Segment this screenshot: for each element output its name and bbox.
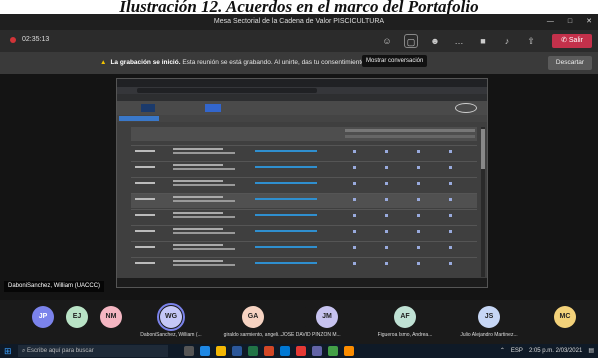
reactions-icon[interactable]: ☻ — [428, 34, 442, 48]
explorer-icon[interactable] — [216, 346, 226, 356]
participant-tile[interactable]: JP — [28, 306, 58, 328]
participant-name: Julio Alejandro Martinez... — [460, 332, 518, 338]
minimize-icon[interactable]: — — [547, 14, 554, 30]
participant-name: JOSE DAVID PINZON M... — [281, 332, 341, 338]
avatar: GA — [242, 306, 264, 328]
avatar: MC — [554, 306, 576, 328]
chat-tooltip: Mostrar conversación — [362, 55, 428, 67]
recording-indicator: 02:35:13 — [10, 36, 49, 43]
participant-name: Figueroa Ismo, Andrea... — [377, 332, 433, 338]
teams-icon[interactable] — [312, 346, 322, 356]
shared-screen — [116, 78, 488, 288]
avatar: JP — [32, 306, 54, 328]
browser-address-bar — [117, 87, 487, 94]
record-icon — [10, 36, 16, 43]
word-icon[interactable] — [232, 346, 242, 356]
avatar: NM — [100, 306, 122, 328]
table-header-group — [345, 129, 475, 132]
excel-icon[interactable] — [248, 346, 258, 356]
system-tray: ⌃ ESP 2:05 p.m. 2/03/2021 ▤ — [500, 344, 594, 358]
avatar: AF — [394, 306, 416, 328]
table-row — [131, 145, 477, 160]
participant-tile[interactable]: GA giraldo sarmiento, angeli... — [224, 306, 282, 338]
participant-tile[interactable]: WG DaboniSanchez, William (... — [140, 303, 202, 338]
participant-tile[interactable]: AF Figueroa Ismo, Andrea... — [378, 306, 432, 338]
warning-icon: ▲ — [100, 59, 107, 66]
avatar: EJ — [66, 306, 88, 328]
avatar: JS — [478, 306, 500, 328]
chat-icon[interactable]: ▢ — [404, 34, 418, 48]
participants-icon[interactable]: ☺ — [380, 34, 394, 48]
share-icon[interactable]: ⇧ — [524, 34, 538, 48]
url-field — [137, 88, 317, 93]
task-view-icon[interactable] — [184, 346, 194, 356]
phone-icon: ✆ — [561, 37, 569, 44]
table-row — [131, 161, 477, 176]
notifications-icon[interactable]: ▤ — [588, 344, 594, 358]
bookmarks-bar — [117, 94, 487, 101]
close-icon[interactable]: ✕ — [586, 14, 592, 30]
figure-caption: Ilustración 12. Acuerdos en el marco del… — [119, 0, 479, 14]
meeting-toolbar: 02:35:13 ☺ ▢ ☻ … ■ ♪ ⇧ ✆ Salir — [0, 30, 598, 52]
window-title: Mesa Sectorial de la Cadena de Valor PIS… — [213, 18, 385, 25]
participants-strip: JP EJ NM WG DaboniSanchez, William (... … — [0, 300, 598, 344]
meeting-timer: 02:35:13 — [22, 36, 50, 43]
page-scrollbar — [481, 127, 485, 277]
participant-name: giraldo sarmiento, angeli... — [223, 332, 283, 338]
avatar: WG — [157, 303, 185, 331]
edge-icon[interactable] — [200, 346, 210, 356]
camera-icon[interactable]: ■ — [476, 34, 490, 48]
mic-icon[interactable]: ♪ — [500, 34, 514, 48]
wifi-icon[interactable]: ⌃ — [500, 344, 505, 358]
maximize-icon[interactable]: □ — [568, 14, 572, 30]
taskbar-apps — [184, 346, 354, 356]
lang-indicator[interactable]: ESP — [511, 344, 523, 358]
ministry-logo — [455, 103, 477, 113]
table-row — [131, 257, 477, 272]
taskbar-search-input[interactable]: ⌕ Escribe aquí para buscar — [18, 345, 168, 357]
app-icon[interactable] — [344, 346, 354, 356]
windows-taskbar: ⊞ ⌕ Escribe aquí para buscar ⌃ ESP 2:05 … — [0, 344, 598, 358]
chrome-icon[interactable] — [296, 346, 306, 356]
site-menu-button — [205, 104, 221, 112]
table-header-years — [345, 135, 475, 138]
table-row — [131, 209, 477, 224]
table-row — [131, 193, 477, 208]
participant-tile[interactable]: NM — [96, 306, 126, 328]
shared-screen-taskbar — [117, 278, 487, 287]
banner-bold-text: La grabación se inició. — [110, 59, 181, 66]
participant-tile[interactable]: MC — [550, 306, 580, 328]
shared-screen-stage: DaboniSanchez, William (UACCC) — [0, 74, 598, 300]
leave-button[interactable]: ✆ Salir — [552, 34, 592, 48]
participant-tile[interactable]: JM — [312, 306, 342, 328]
browser-tabs — [117, 79, 487, 87]
more-icon[interactable]: … — [452, 34, 466, 48]
dismiss-button[interactable]: Descartar — [548, 56, 592, 70]
table-row — [131, 225, 477, 240]
site-header — [117, 101, 487, 115]
table-row — [131, 241, 477, 256]
table-row — [131, 177, 477, 192]
window-titlebar: Mesa Sectorial de la Cadena de Valor PIS… — [0, 14, 598, 30]
presenter-name-card: DaboniSanchez, William (UACCC) — [4, 281, 105, 292]
site-tab-active — [119, 116, 159, 121]
participant-name: DaboniSanchez, William (... — [140, 332, 202, 338]
participant-tile[interactable]: EJ — [62, 306, 92, 328]
app-icon[interactable] — [328, 346, 338, 356]
portfolio-table — [131, 127, 477, 277]
recording-banner: ▲ La grabación se inició. Esta reunión se… — [0, 52, 598, 74]
clock[interactable]: 2:05 p.m. 2/03/2021 — [529, 344, 582, 358]
powerpoint-icon[interactable] — [264, 346, 274, 356]
gov-logo — [141, 104, 155, 112]
participant-tile[interactable]: JS Julio Alejandro Martinez... — [460, 306, 518, 338]
site-tabs — [117, 115, 487, 122]
avatar: JM — [316, 306, 338, 328]
outlook-icon[interactable] — [280, 346, 290, 356]
windows-start-icon[interactable]: ⊞ — [4, 346, 14, 356]
